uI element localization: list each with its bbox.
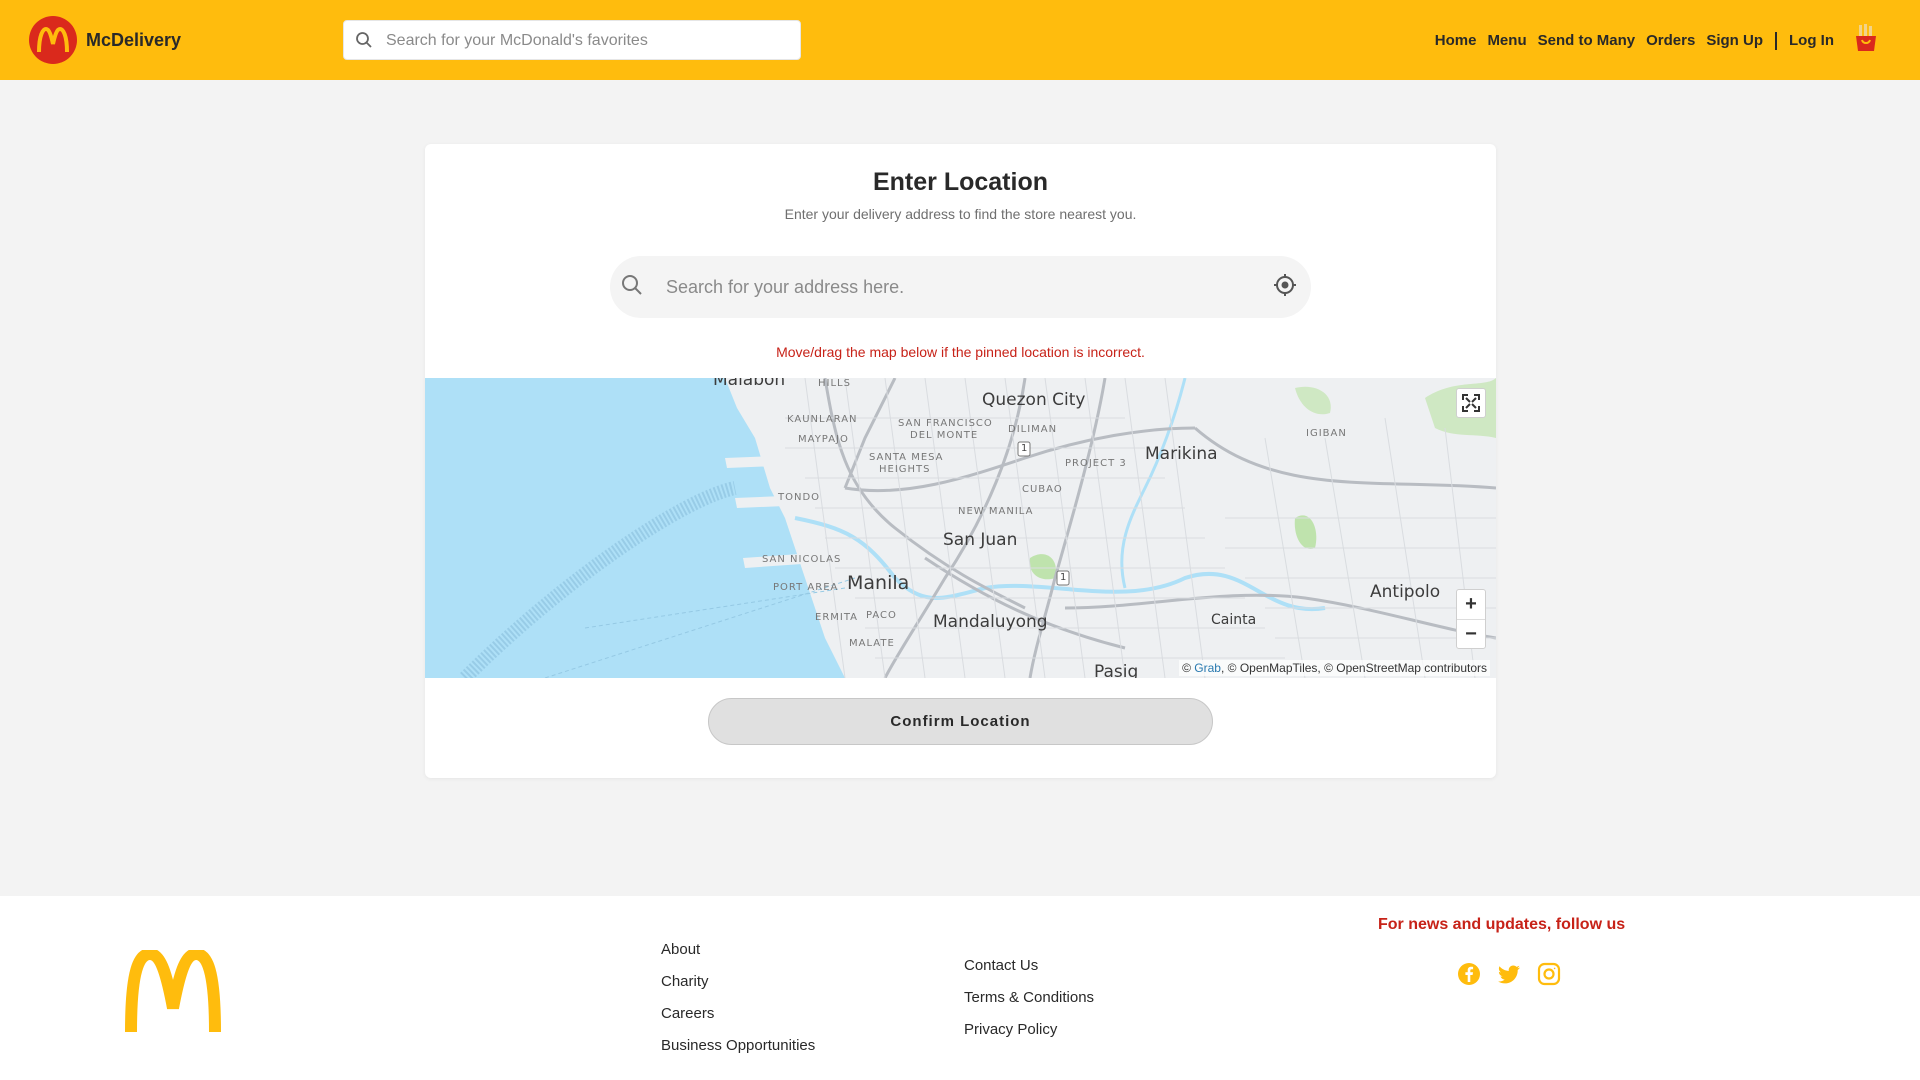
menu-search-box[interactable] [343, 20, 801, 60]
nav-home[interactable]: Home [1435, 32, 1477, 49]
map-label-marikina: Marikina [1145, 444, 1218, 464]
cart-fries-icon[interactable] [1854, 24, 1878, 57]
mcdonalds-arches-icon[interactable] [125, 947, 221, 1037]
map-label-district: HILLS [818, 378, 851, 389]
mcdonalds-logo-icon [29, 16, 77, 64]
road-shield-label: 1 [1060, 572, 1067, 583]
map-label-cainta: Cainta [1211, 612, 1257, 628]
menu-search-input[interactable] [386, 29, 786, 53]
map-label-district: PORT AREA [773, 582, 839, 593]
map-label-district: MALATE [849, 638, 895, 649]
map-label-district: HEIGHTS [879, 464, 931, 475]
brand-name: McDelivery [86, 29, 182, 50]
social-links [1457, 962, 1577, 991]
attribution-suffix: , © OpenMapTiles, © OpenStreetMap contri… [1220, 661, 1487, 675]
map-label-district: NEW MANILA [958, 506, 1034, 517]
nav-send-to-many[interactable]: Send to Many [1538, 32, 1636, 49]
map-label-manila: Manila [847, 572, 910, 594]
page-subtitle: Enter your delivery address to find the … [784, 206, 1137, 222]
footer-links-legal: Contact Us Terms & Conditions Privacy Po… [964, 950, 1094, 1046]
confirm-location-button[interactable]: Confirm Location [708, 698, 1213, 745]
map-attribution: © Grab, © OpenMapTiles, © OpenStreetMap … [1179, 660, 1490, 676]
header: McDelivery Home Menu Send to Many Orders… [0, 0, 1920, 80]
footer-link-about[interactable]: About [661, 934, 815, 966]
map-label-mandaluyong: Mandaluyong [933, 612, 1048, 632]
map-label-district: SANTA MESA [869, 452, 944, 463]
map-hint-text: Move/drag the map below if the pinned lo… [776, 344, 1145, 360]
map-label-district: CUBAO [1022, 484, 1063, 495]
location-card: Enter Location Enter your delivery addre… [425, 144, 1496, 778]
brand-logo-link[interactable]: McDelivery [29, 16, 181, 64]
footer-link-contact-us[interactable]: Contact Us [964, 950, 1094, 982]
nav-menu[interactable]: Menu [1487, 32, 1526, 49]
footer: About Charity Careers Business Opportuni… [0, 896, 1920, 1080]
map-label-antipolo: Antipolo [1370, 582, 1441, 602]
map-label-district: KAUNLARAN [787, 414, 858, 425]
facebook-icon[interactable] [1457, 962, 1481, 991]
footer-link-careers[interactable]: Careers [661, 998, 815, 1030]
map-label-district: SAN FRANCISCO [898, 418, 993, 429]
map-label-district: PACO [866, 610, 897, 621]
map-label-district: IGIBAN [1306, 428, 1347, 439]
map-label-district: SAN NICOLAS [762, 554, 842, 565]
footer-link-terms[interactable]: Terms & Conditions [964, 982, 1094, 1014]
fullscreen-button[interactable] [1456, 388, 1486, 418]
search-icon [355, 31, 373, 54]
map-label-district: TONDO [778, 492, 821, 503]
zoom-controls: + − [1456, 589, 1486, 649]
address-search-box[interactable] [610, 256, 1311, 318]
twitter-icon[interactable] [1497, 962, 1521, 991]
zoom-in-button[interactable]: + [1457, 590, 1485, 619]
instagram-icon[interactable] [1537, 962, 1561, 991]
location-map[interactable]: 1 1 Malabon Quezon City Marikina San Jua… [425, 378, 1496, 678]
nav-log-in[interactable]: Log In [1789, 32, 1834, 49]
nav-separator [1775, 31, 1777, 50]
address-search-input[interactable] [666, 273, 1246, 301]
nav-sign-up[interactable]: Sign Up [1706, 32, 1763, 49]
map-label-district: PROJECT 3 [1065, 458, 1127, 469]
map-label-pasig: Pasig [1094, 662, 1139, 678]
map-label-malabon: Malabon [713, 378, 786, 390]
map-label-district: MAYPAJO [798, 434, 849, 445]
map-label-district: ERMITA [815, 612, 859, 623]
search-icon [621, 274, 643, 301]
road-shield-label: 1 [1021, 443, 1028, 454]
footer-link-business-opportunities[interactable]: Business Opportunities [661, 1030, 815, 1062]
main-nav: Home Menu Send to Many Orders Sign Up Lo… [1424, 24, 1878, 57]
footer-link-charity[interactable]: Charity [661, 966, 815, 998]
current-location-icon[interactable] [1273, 273, 1297, 302]
map-label-san-juan: San Juan [943, 530, 1018, 550]
page-title: Enter Location [872, 168, 1048, 196]
attribution-grab-link[interactable]: Grab [1194, 661, 1221, 675]
zoom-out-button[interactable]: − [1457, 620, 1485, 649]
map-label-quezon-city: Quezon City [982, 390, 1086, 410]
footer-links-company: About Charity Careers Business Opportuni… [661, 934, 815, 1062]
fullscreen-icon [1462, 394, 1480, 412]
map-label-district: DEL MONTE [910, 430, 979, 441]
map-label-district: DILIMAN [1008, 424, 1058, 435]
follow-us-text: For news and updates, follow us [1378, 916, 1626, 933]
nav-orders[interactable]: Orders [1646, 32, 1695, 49]
attribution-prefix: © [1182, 661, 1195, 675]
footer-link-privacy[interactable]: Privacy Policy [964, 1014, 1094, 1046]
